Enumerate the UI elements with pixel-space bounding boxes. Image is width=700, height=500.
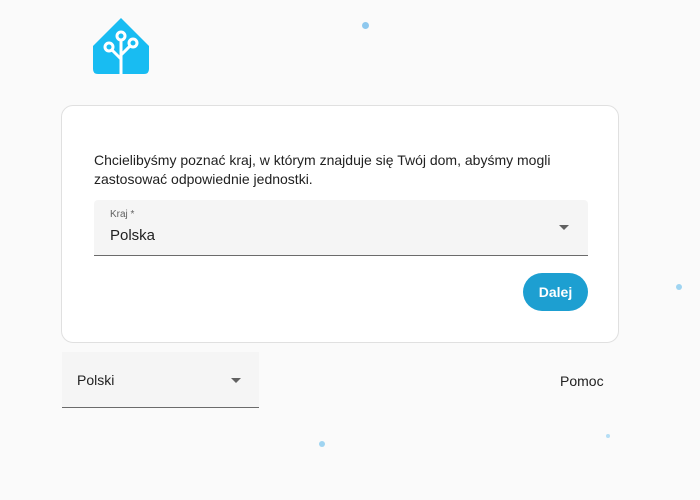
dropdown-arrow-icon xyxy=(231,378,241,383)
country-select-label: Kraj * xyxy=(110,209,135,220)
dropdown-arrow-icon xyxy=(559,225,569,230)
country-select-value: Polska xyxy=(110,227,156,244)
decorative-dot xyxy=(362,22,369,29)
decorative-dot xyxy=(606,434,610,438)
country-select[interactable]: Kraj * Polska xyxy=(94,200,588,256)
next-button[interactable]: Dalej xyxy=(523,273,588,311)
intro-text: Chcielibyśmy poznać kraj, w którym znajd… xyxy=(94,152,551,187)
language-select[interactable]: Polski xyxy=(62,352,259,408)
onboarding-card: Chcielibyśmy poznać kraj, w którym znajd… xyxy=(61,105,619,343)
language-select-value: Polski xyxy=(77,372,115,388)
decorative-dot xyxy=(319,441,325,447)
home-assistant-logo-icon xyxy=(93,18,149,74)
decorative-dot xyxy=(676,284,682,290)
help-link[interactable]: Pomoc xyxy=(560,373,604,389)
